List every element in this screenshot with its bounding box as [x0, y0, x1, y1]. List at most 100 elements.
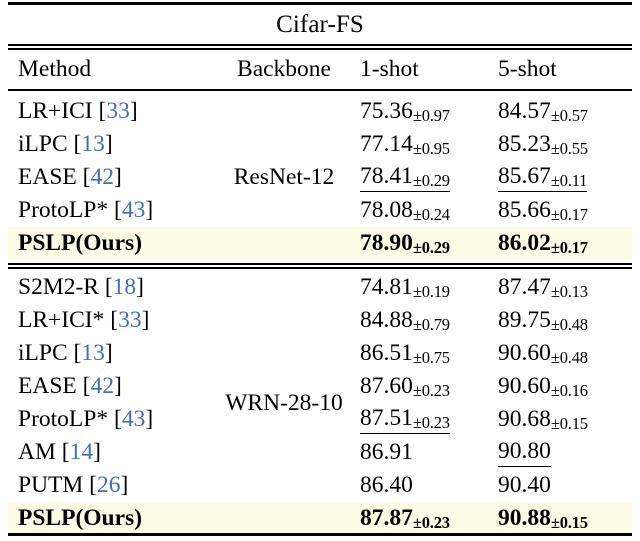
- five-shot-number: 85.66: [498, 197, 551, 223]
- five-shot-number: 90.40: [498, 472, 551, 498]
- method-name: ProtoLP*: [18, 197, 109, 223]
- one-shot-number: 87.60: [360, 373, 413, 399]
- citation-number: 26: [97, 472, 121, 498]
- five-shot-number: 90.68: [498, 406, 551, 432]
- five-shot-value: 90.60±0.16: [498, 373, 588, 400]
- one-shot-cell: 74.81±0.19: [360, 274, 498, 301]
- table-title: Cifar-FS: [8, 8, 632, 42]
- citation-reference[interactable]: [26]: [83, 472, 128, 498]
- table-bottom-rule: [8, 533, 632, 536]
- five-shot-number: 90.60: [498, 340, 551, 366]
- citation-number: 43: [121, 406, 146, 432]
- method-cell: iLPC [13]: [8, 131, 208, 158]
- one-shot-number: 84.88: [360, 307, 413, 333]
- five-shot-value: 86.02±0.17: [498, 230, 588, 257]
- table-title-text: Cifar-FS: [276, 11, 364, 38]
- one-shot-cell: 78.08±0.24: [360, 197, 498, 224]
- one-shot-number: 75.36: [360, 98, 413, 124]
- one-shot-value: 75.36±0.97: [360, 98, 450, 125]
- method-name: PSLP(Ours): [18, 505, 143, 531]
- one-shot-uncertainty: ±0.24: [412, 205, 450, 224]
- table-row: S2M2-R [18] 74.81±0.19 87.47±0.13: [8, 271, 632, 304]
- one-shot-value: 78.08±0.24: [360, 197, 450, 224]
- citation-reference[interactable]: [43]: [108, 197, 153, 223]
- citation-number: 42: [90, 164, 114, 190]
- one-shot-value: 87.60±0.23: [360, 373, 450, 400]
- five-shot-uncertainty: ±0.15: [550, 513, 588, 532]
- citation-reference[interactable]: [14]: [56, 439, 101, 465]
- five-shot-uncertainty: ±0.13: [550, 282, 588, 301]
- method-cell: ProtoLP* [43]: [8, 406, 208, 433]
- five-shot-value: 90.40: [498, 472, 551, 499]
- five-shot-cell: 85.23±0.55: [498, 131, 628, 158]
- one-shot-uncertainty: ±0.95: [412, 139, 450, 158]
- one-shot-number: 78.90: [360, 230, 413, 256]
- citation-reference[interactable]: [42]: [77, 373, 122, 399]
- backbone-label-resnet-12: ResNet-12: [233, 164, 335, 190]
- citation-reference[interactable]: [13]: [68, 131, 113, 157]
- method-name: EASE: [18, 373, 77, 399]
- one-shot-uncertainty: ±0.23: [412, 513, 450, 532]
- table-row: iLPC [13] 86.51±0.75 90.60±0.48: [8, 337, 632, 370]
- one-shot-value: 86.91: [360, 439, 413, 466]
- method-name: PUTM: [18, 472, 84, 498]
- five-shot-cell: 90.60±0.48: [498, 340, 628, 367]
- citation-reference[interactable]: [33]: [93, 98, 137, 124]
- table-row: PSLP(Ours) 78.90±0.29 86.02±0.17: [8, 227, 632, 260]
- citation-reference[interactable]: [18]: [99, 274, 144, 300]
- method-cell: iLPC [13]: [8, 340, 208, 367]
- one-shot-value: 87.51±0.23: [360, 405, 450, 434]
- citation-reference[interactable]: [33]: [104, 307, 149, 333]
- column-header-backbone: Backbone: [237, 56, 331, 82]
- citation-number: 13: [81, 131, 105, 157]
- five-shot-uncertainty: ±0.48: [550, 315, 588, 334]
- one-shot-number: 77.14: [360, 131, 413, 157]
- one-shot-cell: 86.91: [360, 439, 498, 466]
- five-shot-uncertainty: ±0.57: [550, 106, 588, 125]
- citation-reference[interactable]: [13]: [68, 340, 113, 366]
- method-name: ProtoLP*: [18, 406, 109, 432]
- citation-number: 33: [118, 307, 142, 333]
- one-shot-cell: 87.51±0.23: [360, 405, 498, 434]
- five-shot-value: 90.88±0.15: [498, 505, 588, 532]
- five-shot-number: 89.75: [498, 307, 551, 333]
- one-shot-number: 87.87: [360, 505, 413, 531]
- one-shot-number: 86.51: [360, 340, 413, 366]
- method-name: EASE: [18, 164, 77, 190]
- one-shot-cell: 78.41±0.29: [360, 163, 498, 192]
- one-shot-value: 86.40: [360, 472, 413, 499]
- five-shot-value: 85.66±0.17: [498, 197, 588, 224]
- one-shot-number: 78.08: [360, 197, 413, 223]
- backbone-label-wrn-28-10: WRN-28-10: [225, 389, 343, 416]
- one-shot-number: 74.81: [360, 274, 413, 300]
- table-row: ProtoLP* [43] 78.08±0.24 85.66±0.17: [8, 194, 632, 227]
- method-name: S2M2-R: [18, 274, 99, 300]
- one-shot-cell: 78.90±0.29: [360, 230, 498, 257]
- five-shot-value: 85.23±0.55: [498, 131, 588, 158]
- five-shot-value: 90.68±0.15: [498, 406, 588, 433]
- header-bottom-rule: [8, 89, 632, 91]
- group-divider-rule-upper: [8, 263, 632, 265]
- one-shot-uncertainty: ±0.29: [412, 171, 450, 190]
- one-shot-uncertainty: ±0.23: [412, 381, 450, 400]
- column-header-method: Method: [18, 56, 92, 82]
- table-header-row: Method Backbone 1-shot 5-shot: [8, 53, 632, 86]
- cifar-fs-results-table: Cifar-FS Method Backbone 1-shot 5-shot L…: [0, 0, 640, 541]
- citation-reference[interactable]: [42]: [77, 164, 122, 190]
- five-shot-cell: 87.47±0.13: [498, 274, 628, 301]
- column-header-one-shot: 1-shot: [360, 56, 419, 82]
- citation-number: 43: [121, 197, 146, 223]
- five-shot-uncertainty: ±0.15: [550, 414, 588, 433]
- five-shot-cell: 86.02±0.17: [498, 230, 628, 257]
- citation-reference[interactable]: [43]: [108, 406, 153, 432]
- one-shot-cell: 75.36±0.97: [360, 98, 498, 125]
- method-name: AM: [18, 439, 56, 465]
- five-shot-number: 87.47: [498, 274, 551, 300]
- one-shot-value: 78.41±0.29: [360, 163, 450, 192]
- five-shot-cell: 90.80: [498, 438, 628, 467]
- citation-number: 14: [69, 439, 94, 465]
- title-double-rule-lower: [8, 48, 632, 50]
- five-shot-value: 90.80: [498, 438, 551, 467]
- five-shot-cell: 90.60±0.16: [498, 373, 628, 400]
- five-shot-cell: 90.88±0.15: [498, 505, 628, 532]
